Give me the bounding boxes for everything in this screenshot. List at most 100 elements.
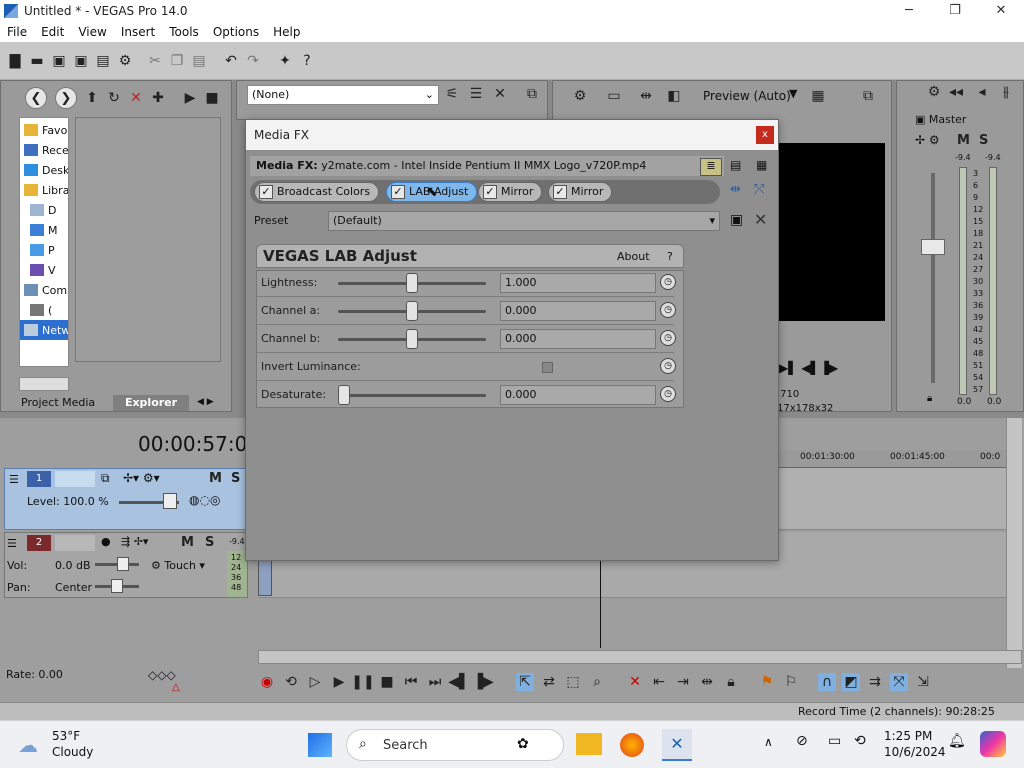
tree-pictures[interactable]: P: [30, 240, 55, 260]
taskbar-search[interactable]: ⌕ Search ✿: [346, 729, 564, 761]
chevron-down-icon[interactable]: ▼: [789, 87, 797, 100]
selection-tool-icon[interactable]: ⬚: [564, 673, 582, 691]
reset-clock-icon[interactable]: ◷: [660, 386, 676, 402]
mixer-icon[interactable]: ⫵: [997, 83, 1015, 101]
forward-icon[interactable]: ❯: [55, 87, 77, 109]
record-icon[interactable]: ◉: [258, 673, 276, 691]
grid-icon[interactable]: ▦: [809, 87, 827, 105]
stop-icon[interactable]: ■: [203, 89, 221, 107]
explode-icon[interactable]: ✦: [276, 52, 294, 70]
tree-recent[interactable]: Recen: [24, 140, 68, 160]
pause-icon[interactable]: ❚❚: [351, 673, 374, 691]
delete-preset-icon[interactable]: ✕: [754, 210, 767, 229]
tree-favorites[interactable]: Favor: [24, 120, 68, 140]
cut-icon[interactable]: ✂: [146, 52, 164, 70]
up-folder-icon[interactable]: ⬆: [83, 89, 101, 107]
menu-view[interactable]: View: [71, 25, 113, 39]
vertical-scrollbar[interactable]: [1006, 418, 1022, 668]
display-icon[interactable]: ▭: [828, 733, 841, 749]
properties-icon[interactable]: ⚙: [116, 52, 134, 70]
refresh-icon[interactable]: ↻: [105, 89, 123, 107]
horizontal-scrollbar[interactable]: [258, 650, 1022, 664]
split-icon[interactable]: ⇹: [698, 673, 716, 691]
track-2-name-field[interactable]: [55, 535, 95, 551]
go-to-end-icon[interactable]: ⏭: [426, 673, 444, 691]
track-1-level-thumb[interactable]: [163, 493, 177, 509]
new-file-icon[interactable]: ▇: [6, 52, 24, 70]
tree-computer[interactable]: Comp: [24, 280, 68, 300]
channel-a-value-field[interactable]: 0.000: [500, 301, 656, 321]
open-folder-icon[interactable]: ▬: [28, 52, 46, 70]
render-icon[interactable]: ▤: [94, 52, 112, 70]
view-detail-icon[interactable]: ▤: [730, 158, 741, 172]
lock-event-icon[interactable]: 🔒︎: [722, 673, 740, 691]
audio-event[interactable]: [258, 560, 272, 596]
reset-clock-icon[interactable]: ◷: [660, 274, 676, 290]
zoom-tool-icon[interactable]: ⌕: [588, 673, 606, 691]
preview-quality-dropdown[interactable]: Preview (Auto): [703, 89, 791, 103]
dim-icon[interactable]: ◂: [973, 83, 991, 101]
menu-tools[interactable]: Tools: [162, 25, 206, 39]
channel-b-value-field[interactable]: 0.000: [500, 329, 656, 349]
envelope-tool-icon[interactable]: ⇄: [540, 673, 558, 691]
track-2-pan-thumb[interactable]: [111, 579, 123, 593]
fx-tab-mirror-1[interactable]: ✓ Mirror: [478, 182, 543, 202]
tree-documents[interactable]: D: [30, 200, 56, 220]
add-to-project-icon[interactable]: ✚: [149, 89, 167, 107]
track-2-mute-button[interactable]: M: [181, 535, 194, 550]
track-1-name-field[interactable]: [55, 471, 95, 487]
menu-help[interactable]: Help: [266, 25, 307, 39]
chevron-up-icon[interactable]: ∧: [764, 735, 773, 749]
file-list[interactable]: [75, 117, 221, 362]
prev-frame-icon[interactable]: ◀▌: [448, 673, 470, 691]
tree-music[interactable]: M: [30, 220, 58, 240]
paste-icon[interactable]: ▤: [190, 52, 208, 70]
play-icon[interactable]: ▶: [181, 89, 199, 107]
trimmer-tool-icon[interactable]: ⚟: [443, 85, 461, 103]
delete-icon[interactable]: ✕: [127, 89, 145, 107]
tab-explorer[interactable]: Explorer: [113, 395, 189, 411]
tree-libraries[interactable]: Libra: [24, 180, 68, 200]
save-as-icon[interactable]: ▣: [72, 52, 90, 70]
master-solo-button[interactable]: S: [979, 133, 988, 148]
minimize-button[interactable]: ─: [886, 0, 932, 22]
go-to-start-icon[interactable]: ⏮: [402, 673, 420, 691]
trimmer-copy-icon[interactable]: ⧉: [523, 85, 541, 103]
reset-clock-icon[interactable]: ◷: [660, 358, 676, 374]
rate-marker-icon[interactable]: △: [172, 682, 180, 693]
track-2-vol-thumb[interactable]: [117, 557, 129, 571]
network-off-icon[interactable]: ⊘: [796, 733, 808, 749]
play-from-start-icon[interactable]: ▷: [306, 673, 324, 691]
lightness-value-field[interactable]: 1.000: [500, 273, 656, 293]
track-2-solo-button[interactable]: S: [205, 535, 214, 550]
clock-date[interactable]: 10/6/2024: [884, 745, 946, 759]
back-icon[interactable]: ❮: [25, 87, 47, 109]
master-fx-icon[interactable]: ✢ ⚙: [915, 133, 940, 147]
firefox-icon[interactable]: [620, 733, 644, 757]
menu-insert[interactable]: Insert: [114, 25, 162, 39]
copy-snapshot-icon[interactable]: ⧉: [859, 87, 877, 105]
undo-icon[interactable]: ↶: [222, 52, 240, 70]
copilot-icon[interactable]: [980, 731, 1006, 757]
track-collapse-icon[interactable]: ☰: [9, 473, 19, 486]
trim-end-icon[interactable]: ⇥: [674, 673, 692, 691]
auto-crossfade-icon[interactable]: ◩: [842, 673, 860, 691]
reset-clock-icon[interactable]: ◷: [660, 302, 676, 318]
channel-b-slider-thumb[interactable]: [406, 329, 418, 349]
preview-nav-arrows[interactable]: ▶▌ ◀▌▐▶: [779, 361, 838, 375]
stop-icon[interactable]: ■: [378, 673, 396, 691]
clock-time[interactable]: 1:25 PM: [884, 729, 932, 743]
ripple-edit-icon[interactable]: ⇉: [866, 673, 884, 691]
file-explorer-icon[interactable]: [576, 733, 602, 755]
menu-edit[interactable]: Edit: [34, 25, 71, 39]
menu-options[interactable]: Options: [206, 25, 266, 39]
automation-touch-dropdown[interactable]: ⚙ Touch ▾: [151, 559, 205, 572]
redo-icon[interactable]: ↷: [244, 52, 262, 70]
save-icon[interactable]: ▣: [50, 52, 68, 70]
tree-network[interactable]: Netw: [20, 320, 68, 340]
tab-scroll-arrows[interactable]: ◀ ▶: [197, 397, 214, 407]
preview-settings-icon[interactable]: ⚙: [571, 87, 589, 105]
lock-icon[interactable]: 🔒︎: [927, 393, 932, 404]
record-arm-icon[interactable]: ●: [101, 535, 111, 548]
trimmer-clear-icon[interactable]: ✕: [491, 85, 509, 103]
